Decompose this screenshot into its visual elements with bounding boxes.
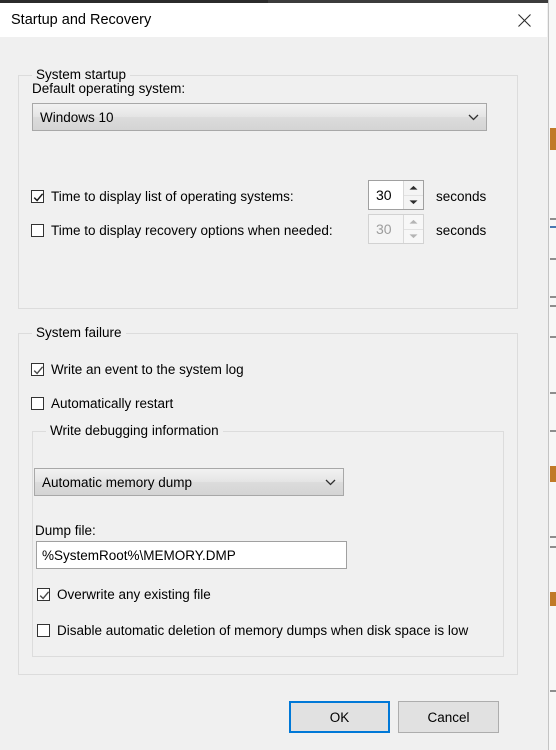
close-button[interactable] [501,3,547,37]
recovery-timeout-value: 30 [376,221,392,237]
ok-button[interactable]: OK [289,701,390,733]
auto-restart-checkbox-row[interactable]: Automatically restart [31,396,173,411]
default-os-combobox-arrow [460,114,486,121]
background-fragment [550,258,556,260]
dump-type-combobox-arrow [317,479,343,486]
overwrite-checkbox[interactable] [37,588,50,601]
background-fragment [550,430,556,432]
checkmark-icon [33,193,44,202]
system-failure-legend: System failure [32,325,126,340]
os-list-timeout-checkbox[interactable] [31,190,44,203]
spinner-down-icon [409,234,418,239]
background-fragment [550,336,556,338]
background-fragment [550,536,556,538]
disable-deletion-checkbox-row[interactable]: Disable automatic deletion of memory dum… [37,623,468,638]
recovery-timeout-label: Time to display recovery options when ne… [51,223,333,238]
dump-type-combobox[interactable]: Automatic memory dump [34,468,344,496]
os-list-timeout-label: Time to display list of operating system… [51,189,294,204]
write-debugging-information-legend: Write debugging information [46,423,223,438]
background-fragment [550,466,556,482]
background-fragment [550,592,556,606]
os-list-timeout-value[interactable]: 30 [369,181,403,209]
chevron-down-icon [325,479,335,485]
checkmark-icon [33,366,44,375]
startup-and-recovery-dialog: Startup and Recovery System startup Defa… [0,3,547,750]
background-fragment [550,218,556,220]
background-fragment [550,128,556,150]
disable-deletion-label: Disable automatic deletion of memory dum… [57,623,469,638]
os-list-timeout-units: seconds [436,189,487,204]
recovery-timeout-spinner: 30 [368,214,424,244]
cancel-button-label: Cancel [427,709,470,725]
write-event-label: Write an event to the system log [51,362,244,377]
chevron-down-icon [468,114,478,120]
background-window-sliver [548,0,556,750]
os-list-timeout-spinner-down[interactable] [404,195,423,209]
background-fragment [550,226,556,228]
checkmark-icon [39,591,50,600]
auto-restart-label: Automatically restart [51,396,174,411]
background-fragment [550,392,556,394]
write-event-checkbox[interactable] [31,363,44,376]
dump-file-input[interactable] [36,541,347,569]
recovery-timeout-units: seconds [436,223,487,238]
dump-file-label: Dump file: [35,523,96,538]
os-list-timeout-spinner-up[interactable] [404,181,423,196]
window-title: Startup and Recovery [11,12,152,28]
background-fragment [550,305,556,307]
disable-deletion-checkbox[interactable] [37,624,50,637]
dialog-client-area: System startup Default operating system:… [0,37,547,750]
write-event-checkbox-row[interactable]: Write an event to the system log [31,362,244,377]
title-bar: Startup and Recovery [0,3,547,37]
overwrite-label: Overwrite any existing file [57,587,211,602]
default-os-combobox[interactable]: Windows 10 [32,103,487,131]
auto-restart-checkbox[interactable] [31,397,44,410]
os-list-timeout-checkbox-row[interactable]: Time to display list of operating system… [31,189,294,204]
recovery-timeout-checkbox-row[interactable]: Time to display recovery options when ne… [31,223,333,238]
spinner-down-icon [409,200,418,205]
dump-type-combobox-value: Automatic memory dump [42,474,193,490]
os-list-timeout-spinner-buttons [403,181,423,209]
background-fragment [550,690,556,692]
overwrite-checkbox-row[interactable]: Overwrite any existing file [37,587,211,602]
recovery-timeout-spinner-up [404,215,423,230]
spinner-up-icon [409,219,418,224]
cancel-button[interactable]: Cancel [398,701,499,733]
system-startup-legend: System startup [32,67,131,82]
ok-button-label: OK [329,709,350,725]
background-fragment [550,296,556,298]
recovery-timeout-checkbox[interactable] [31,224,44,237]
os-list-timeout-spinner[interactable]: 30 [368,180,424,210]
recovery-timeout-spinner-down [404,229,423,243]
recovery-timeout-spinner-buttons [403,215,423,243]
default-os-label: Default operating system: [32,81,186,96]
close-icon [517,13,531,27]
background-fragment [550,546,556,548]
default-os-combobox-value: Windows 10 [40,109,114,125]
spinner-up-icon [409,185,418,190]
